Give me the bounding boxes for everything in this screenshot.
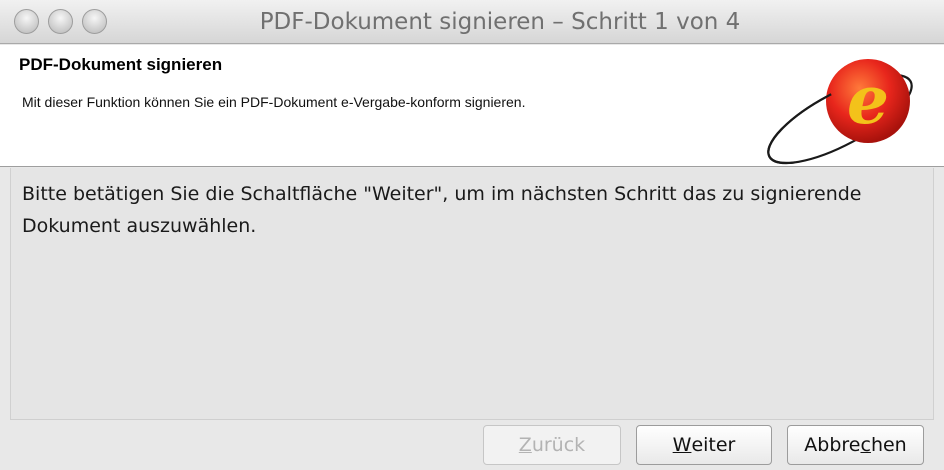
cancel-button[interactable]: Abbre c hen [787,425,924,465]
close-window-button[interactable] [14,9,39,34]
back-label-rest: urück [531,434,586,456]
zoom-window-button[interactable] [82,9,107,34]
cancel-label-rest: hen [870,434,907,456]
next-mnemonic: W [672,434,692,456]
cancel-mnemonic: c [860,434,871,456]
header-banner: PDF-Dokument signieren Mit dieser Funkti… [0,45,944,167]
minimize-window-button[interactable] [48,9,73,34]
next-button[interactable]: Weiter [636,425,772,465]
instruction-message: Bitte betätigen Sie die Schaltfläche "We… [22,183,862,237]
banner-heading: PDF-Dokument signieren [19,55,223,74]
wizard-content: Bitte betätigen Sie die Schaltfläche "We… [10,168,934,420]
next-label-rest: eiter [691,434,736,456]
e-vergabe-logo-icon: e [767,59,913,165]
window-title: PDF-Dokument signieren – Schritt 1 von 4 [259,9,741,35]
cancel-label-pre: Abbre [804,434,861,456]
back-button[interactable]: Zurück [483,425,621,465]
banner-description: Mit dieser Funktion können Sie ein PDF-D… [22,94,526,110]
back-mnemonic: Z [518,434,532,456]
wizard-window: PDF-Dokument signieren – Schritt 1 von 4… [0,0,944,470]
svg-text:e: e [847,61,889,139]
title-bar[interactable]: PDF-Dokument signieren – Schritt 1 von 4 [0,0,944,44]
